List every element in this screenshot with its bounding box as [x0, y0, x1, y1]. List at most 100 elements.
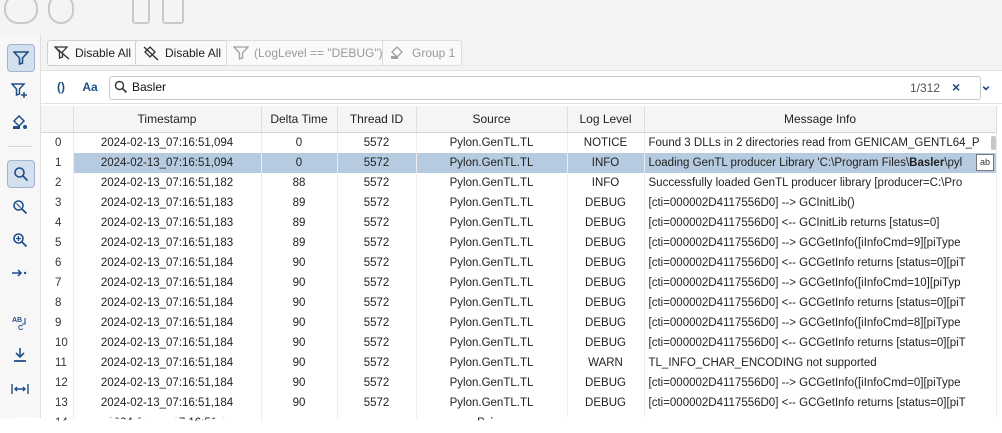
- row-index: 7: [41, 273, 74, 293]
- table-row[interactable]: 4 2024-02-13_07:16:51,183 89 5572 Pylon.GenT…: [41, 213, 997, 233]
- thread-id-cell: 5572: [337, 253, 417, 273]
- table-row[interactable]: 8 2024-02-13_07:16:51,184 90 5572 Pylon.GenT…: [41, 293, 997, 313]
- source-cell: Pylon.GenTL.TL: [416, 253, 568, 273]
- filter-expression-button[interactable]: (LogLevel == "DEBUG"): [226, 40, 390, 66]
- match-case-toggle[interactable]: Aa: [79, 78, 101, 96]
- group-button[interactable]: Group 1: [382, 40, 463, 66]
- search-icon[interactable]: [7, 160, 35, 188]
- col-delta-header[interactable]: Delta Time: [261, 106, 338, 133]
- log-table: Timestamp Delta Time Thread ID Source Lo…: [41, 106, 997, 433]
- disable-all-label: Disable All: [75, 46, 132, 60]
- col-thread-header[interactable]: Thread ID: [337, 106, 417, 133]
- table-row[interactable]: 9 2024-02-13_07:16:51,184 90 5572 Pylon.GenT…: [41, 313, 997, 333]
- expand-search-button[interactable]: ⌄: [977, 76, 995, 94]
- vertical-scrollbar[interactable]: [991, 136, 996, 150]
- log-level-cell: DEBUG: [567, 213, 645, 233]
- col-level-header[interactable]: Log Level: [567, 106, 645, 133]
- table-row[interactable]: 6 2024-02-13_07:16:51,184 90 5572 Pylon.GenT…: [41, 253, 997, 273]
- title-strip: [0, 0, 1002, 35]
- message-text: Loading GenTL producer Library 'C:\Progr…: [648, 157, 910, 169]
- col-index-header[interactable]: [41, 106, 74, 133]
- source-cell: Pylon.GenTL.TL: [416, 233, 568, 253]
- filter-toolbar: Disable All Disable All (LogLevel == "DE…: [41, 34, 1002, 71]
- message-cell: Found 3 DLLs in 2 directories read from …: [644, 132, 997, 153]
- thread-id-cell: 5572: [337, 273, 417, 293]
- table-row[interactable]: 2 2024-02-13_07:16:51,182 88 5572 Pylon.GenT…: [41, 173, 997, 193]
- log-level-cell: INFO: [567, 173, 645, 193]
- table-row[interactable]: 10 2024-02-13_07:16:51,184 90 5572 Pylon.Gen…: [41, 333, 997, 353]
- thread-id-cell: 5572: [337, 213, 417, 233]
- timestamp-cell: 2024-02-13_07:16:51,184: [73, 353, 262, 373]
- thread-id-cell: 5572: [337, 353, 417, 373]
- delta-time-cell: 0: [261, 132, 338, 153]
- filter-expression-label: (LogLevel == "DEBUG"): [254, 46, 383, 60]
- log-level-cell: DEBUG: [567, 373, 645, 393]
- row-index: 10: [41, 333, 74, 353]
- message-cell: Loading GenTL producer Library 'C:\Progr…: [644, 153, 997, 173]
- regex-toggle[interactable]: (): [51, 78, 71, 96]
- thread-id-cell: 5572: [337, 313, 417, 333]
- timestamp-cell: 2024-02-13_07:16:51,184: [73, 333, 262, 353]
- thread-id-cell: 5572: [337, 153, 417, 173]
- delta-time-cell: 0: [261, 153, 338, 173]
- svg-text:C: C: [18, 325, 23, 331]
- table-row[interactable]: 3 2024-02-13_07:16:51,183 89 5572 Pylon.GenT…: [41, 193, 997, 213]
- disable-all-label-2: Disable All: [165, 46, 222, 60]
- log-level-cell: DEBUG: [567, 333, 645, 353]
- add-filter-icon[interactable]: [7, 78, 33, 104]
- table-row[interactable]: 11 2024-02-13_07:16:51,184 90 5572 Pylon.Gen…: [41, 353, 997, 373]
- clear-search-button[interactable]: ×: [952, 79, 960, 95]
- source-cell: Pylon.GenTL.TL: [416, 153, 568, 173]
- thread-id-cell: 5572: [337, 233, 417, 253]
- table-row[interactable]: 1 2024-02-13_07:16:51,094 0 5572 Pylon.GenTL…: [41, 153, 997, 173]
- source-cell: Pylon.GenTL.TL: [416, 173, 568, 193]
- message-cell: TL_INFO_CHAR_ENCODING not supported: [644, 353, 997, 373]
- source-cell: Pylon.GenTL.TL: [416, 213, 568, 233]
- thread-id-cell: 5572: [337, 132, 417, 153]
- torn-edge: [0, 415, 1002, 433]
- disable-all-filters-button[interactable]: Disable All: [47, 40, 139, 66]
- timestamp-cell: 2024-02-13_07:16:51,184: [73, 313, 262, 333]
- col-source-header[interactable]: Source: [416, 106, 568, 133]
- timestamp-cell: 2024-02-13_07:16:51,184: [73, 273, 262, 293]
- clear-filter-icon[interactable]: [7, 110, 33, 136]
- search-input[interactable]: [132, 79, 892, 95]
- message-cell: [cti=000002D4117556D0] --> GCGetInfo([iI…: [644, 233, 997, 253]
- goto-icon[interactable]: [7, 260, 33, 286]
- col-timestamp-header[interactable]: Timestamp: [73, 106, 262, 133]
- timestamp-cell: 2024-02-13_07:16:51,184: [73, 373, 262, 393]
- source-cell: Pylon.GenTL.TL: [416, 273, 568, 293]
- table-row[interactable]: 5 2024-02-13_07:16:51,183 89 5572 Pylon.GenT…: [41, 233, 997, 253]
- svg-text:AB: AB: [12, 317, 22, 324]
- log-level-cell: DEBUG: [567, 193, 645, 213]
- row-index: 8: [41, 293, 74, 313]
- row-index: 12: [41, 373, 74, 393]
- text-wrap-icon[interactable]: ab: [976, 154, 994, 171]
- group-icon: [391, 46, 403, 59]
- thread-id-cell: 5572: [337, 293, 417, 313]
- search-field[interactable]: 1/312 ×: [109, 76, 981, 100]
- message-cell: [cti=000002D4117556D0] <-- GCGetInfo ret…: [644, 333, 997, 353]
- row-index: 6: [41, 253, 74, 273]
- zoom-fit-icon[interactable]: [7, 194, 33, 220]
- thread-id-cell: 5572: [337, 173, 417, 193]
- delta-time-cell: 90: [261, 313, 338, 333]
- replace-icon[interactable]: AB C: [7, 310, 33, 336]
- source-cell: Pylon.GenTL.TL: [416, 373, 568, 393]
- disable-all-highlights-button[interactable]: Disable All: [135, 40, 229, 66]
- table-row[interactable]: 12 2024-02-13_07:16:51,184 90 5572 Pylon.Gen…: [41, 373, 997, 393]
- zoom-in-icon[interactable]: [7, 227, 33, 253]
- image-icon: [162, 0, 184, 24]
- message-cell: [cti=000002D4117556D0] <-- GCGetInfo ret…: [644, 253, 997, 273]
- source-cell: Pylon.GenTL.TL: [416, 293, 568, 313]
- table-row[interactable]: 7 2024-02-13_07:16:51,184 90 5572 Pylon.GenT…: [41, 273, 997, 293]
- message-cell: [cti=000002D4117556D0] --> GCGetInfo([iI…: [644, 373, 997, 393]
- group-label: Group 1: [412, 46, 456, 60]
- download-icon[interactable]: [7, 342, 33, 368]
- log-grid: Timestamp Delta Time Thread ID Source Lo…: [41, 106, 1002, 433]
- filter-icon[interactable]: [7, 44, 35, 72]
- message-text-tail: \pyl: [944, 157, 963, 169]
- row-index: 4: [41, 213, 74, 233]
- table-row[interactable]: 0 2024-02-13_07:16:51,094 0 5572 Pylon.GenTL…: [41, 132, 997, 153]
- col-message-header[interactable]: Message Info: [644, 106, 997, 133]
